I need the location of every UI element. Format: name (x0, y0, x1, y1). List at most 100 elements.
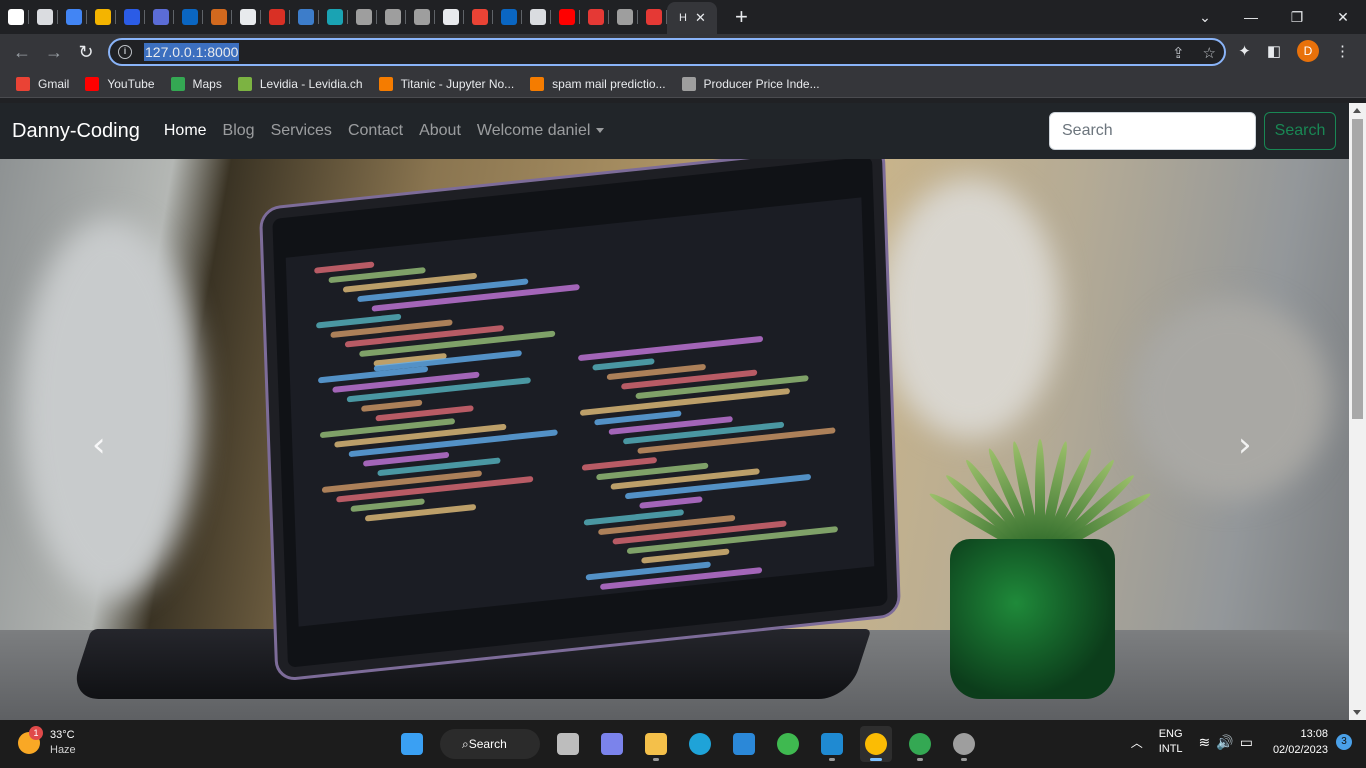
scroll-down-icon[interactable] (1353, 710, 1361, 715)
tab[interactable]: C (638, 0, 667, 34)
taskbar-app[interactable] (904, 726, 936, 762)
nav-home[interactable]: Home (164, 122, 207, 140)
tab[interactable]: S (29, 0, 58, 34)
taskbar-app[interactable] (596, 726, 628, 762)
close-tab-icon[interactable]: ✕ (695, 10, 706, 26)
tab[interactable]: B (116, 0, 145, 34)
taskbar-search[interactable]: ⌕ Search (440, 729, 540, 759)
bookmark-label: YouTube (107, 76, 155, 91)
github-icon (8, 9, 24, 25)
tab[interactable]: C (580, 0, 609, 34)
scrollbar-thumb[interactable] (1352, 119, 1363, 419)
bookmark-favicon-icon (237, 76, 252, 91)
nav-services[interactable]: Services (271, 122, 332, 140)
tab[interactable]: C (406, 0, 435, 34)
language-indicator[interactable]: ENG INTL (1159, 727, 1183, 757)
nav-blog[interactable]: Blog (223, 122, 255, 140)
bookmark-item[interactable]: Levidia - Levidia.ch (237, 76, 363, 91)
taskbar-app[interactable] (640, 726, 672, 762)
image-icon (414, 9, 430, 25)
taskbar-app[interactable] (948, 726, 980, 762)
nav-about[interactable]: About (419, 122, 461, 140)
bookmark-item[interactable]: spam mail predictio... (530, 76, 666, 91)
forward-button[interactable]: → (38, 42, 70, 63)
tray-overflow-icon[interactable]: ︿ (1131, 734, 1143, 751)
tab[interactable]: H (435, 0, 464, 34)
site-navbar: Danny-Coding Home Blog Services Contact … (0, 103, 1349, 159)
user-dropdown[interactable]: Welcome daniel (477, 122, 605, 140)
tab[interactable]: C (261, 0, 290, 34)
address-bar[interactable]: i 127.0.0.1:8000 ⇪ ☆ (108, 38, 1226, 66)
tab[interactable]: C (377, 0, 406, 34)
bookmark-item[interactable]: Producer Price Inde... (681, 76, 820, 91)
tab[interactable]: C (348, 0, 377, 34)
bookmark-item[interactable]: Titanic - Jupyter No... (378, 76, 514, 91)
tabs: YSGLBA(EdCSNCCCHIr(LNCvCH✕ (0, 0, 717, 34)
m-icon (211, 9, 227, 25)
search-input[interactable] (1049, 112, 1256, 150)
carousel-next-icon[interactable]: › (1238, 425, 1252, 465)
new-tab-button[interactable]: + (735, 0, 748, 34)
google-icon (66, 9, 82, 25)
menu-icon[interactable]: ⋮ (1335, 42, 1350, 60)
wallet-icon (153, 9, 169, 25)
code-editor-illustration (285, 197, 875, 627)
weather-widget[interactable]: 1 33°C Haze (18, 726, 76, 758)
network-volume-battery-icons[interactable]: ≋🔊▭ (1199, 734, 1259, 751)
bookmark-item[interactable]: YouTube (85, 76, 155, 91)
tab[interactable]: ( (493, 0, 522, 34)
url-text[interactable]: 127.0.0.1:8000 (144, 43, 240, 61)
bookmark-star-icon[interactable]: ☆ (1203, 44, 1216, 62)
tab[interactable]: d (232, 0, 261, 34)
bookmark-favicon-icon (16, 76, 30, 91)
taskbar-app[interactable] (772, 726, 804, 762)
site-info-icon[interactable]: i (118, 45, 132, 59)
tab[interactable]: L (522, 0, 551, 34)
tab[interactable]: N (551, 0, 580, 34)
taskbar-app[interactable] (552, 726, 584, 762)
taskbar-app[interactable] (684, 726, 716, 762)
bookmark-item[interactable]: Gmail (16, 76, 69, 91)
page-scrollbar[interactable] (1349, 103, 1366, 720)
extensions-icon[interactable]: ✦ (1238, 42, 1251, 60)
bookmark-item[interactable]: Maps (170, 76, 222, 91)
close-window-button[interactable]: ✕ (1320, 9, 1366, 26)
tab[interactable]: S (290, 0, 319, 34)
scroll-up-icon[interactable] (1353, 108, 1361, 113)
taskbar-app[interactable] (816, 726, 848, 762)
tab-search-icon[interactable]: ⌄ (1182, 9, 1228, 26)
tab[interactable]: A (145, 0, 174, 34)
taskbar-app[interactable] (860, 726, 892, 762)
bookmark-favicon-icon (530, 76, 545, 91)
tab[interactable]: ( (174, 0, 203, 34)
clock[interactable]: 13:08 02/02/2023 (1273, 726, 1328, 758)
tab[interactable]: Y (0, 0, 29, 34)
bokeh-shape (880, 179, 1060, 439)
profile-avatar[interactable]: D (1297, 40, 1319, 62)
notifications-badge[interactable]: 3 (1336, 734, 1352, 750)
plant-pot (950, 539, 1115, 699)
linkedin-icon (182, 9, 198, 25)
minimize-button[interactable]: — (1228, 9, 1274, 25)
tab[interactable]: L (87, 0, 116, 34)
tab[interactable]: v (609, 0, 638, 34)
tab[interactable]: N (319, 0, 348, 34)
nav-contact[interactable]: Contact (348, 122, 403, 140)
side-panel-icon[interactable]: ◧ (1267, 42, 1281, 60)
maximize-button[interactable]: ❐ (1274, 9, 1320, 26)
tab[interactable]: Ir (464, 0, 493, 34)
site-brand[interactable]: Danny-Coding (12, 120, 140, 143)
reload-button[interactable]: ↻ (70, 42, 102, 63)
carousel-prev-icon[interactable]: ‹ (92, 425, 106, 465)
taskbar-app[interactable] (728, 726, 760, 762)
clock-time: 13:08 (1300, 728, 1328, 740)
search-button[interactable]: Search (1264, 112, 1336, 150)
circle-app-icon (777, 733, 799, 755)
tab[interactable]: G (58, 0, 87, 34)
taskbar-app[interactable] (396, 726, 428, 762)
tab-strip: YSGLBA(EdCSNCCCHIr(LNCvCH✕ + ⌄ — ❐ ✕ (0, 0, 1366, 34)
share-icon[interactable]: ⇪ (1172, 44, 1185, 62)
tab[interactable]: E (203, 0, 232, 34)
back-button[interactable]: ← (6, 42, 38, 63)
tab-active[interactable]: H ✕ (667, 2, 717, 34)
